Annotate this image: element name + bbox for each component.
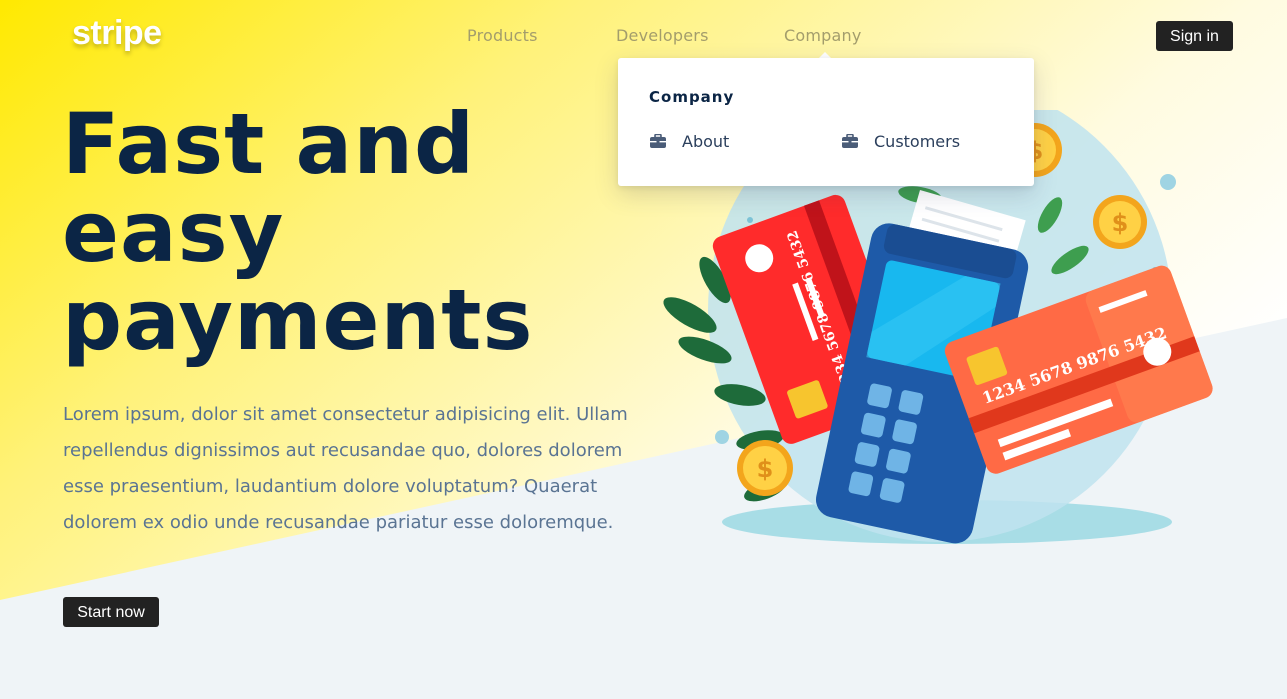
hero-title-line: easy (62, 183, 285, 281)
coin: $ (737, 440, 793, 496)
nav-developers[interactable]: Developers (616, 26, 709, 45)
svg-text:$: $ (757, 455, 774, 483)
company-dropdown: Company About Customers (618, 58, 1034, 186)
briefcase-icon (650, 134, 666, 148)
dropdown-item-label: Customers (874, 132, 961, 151)
coin: $ (1093, 195, 1147, 249)
nav-company[interactable]: Company (784, 26, 862, 45)
hero-title-line: Fast and (62, 95, 476, 193)
nav-products[interactable]: Products (467, 26, 538, 45)
briefcase-icon (842, 134, 858, 148)
start-now-button[interactable]: Start now (63, 597, 159, 627)
backdrop-dot (747, 217, 753, 223)
svg-text:$: $ (1112, 209, 1129, 237)
hero-title-line: payments (62, 271, 534, 369)
hero-title: Fast and easy payments (62, 100, 622, 364)
dropdown-item-label: About (682, 132, 730, 151)
hero-description: Lorem ipsum, dolor sit amet consectetur … (63, 404, 628, 533)
backdrop-dot (1160, 174, 1176, 190)
sign-in-button[interactable]: Sign in (1156, 21, 1233, 51)
stripe-logo[interactable]: stripe (72, 14, 162, 53)
backdrop-dot (715, 430, 729, 444)
dropdown-title: Company (649, 88, 735, 106)
